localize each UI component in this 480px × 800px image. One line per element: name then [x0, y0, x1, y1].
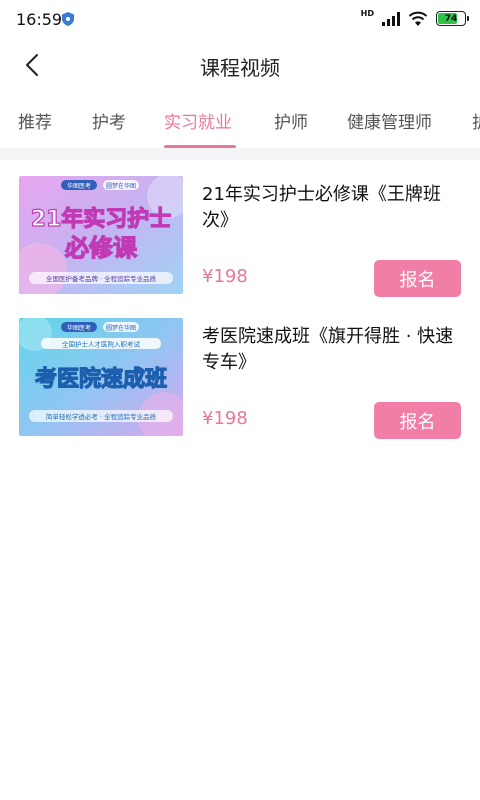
- network-type-label: HD: [360, 8, 374, 18]
- tab-internship-employment[interactable]: 实习就业: [164, 108, 232, 133]
- thumb-subtitle: 全国护士人才医院入职考试: [62, 340, 141, 349]
- signup-button[interactable]: 报名: [374, 260, 461, 297]
- tab-nursing-exam[interactable]: 护考: [92, 108, 126, 133]
- app-header: 课程视频: [0, 40, 480, 90]
- thumb-badge: 华图医考: [67, 182, 91, 190]
- course-thumbnail: 华图医考 圆梦在华图 全国护士人才医院入职考试 考医院速成班 简单轻松学透必考 …: [19, 318, 183, 436]
- course-thumbnail: 华图医考 圆梦在华图 21年实习护士 必修课 全国医护备考品牌 · 全程追踪专业…: [19, 176, 183, 294]
- thumb-headline-1: 21年实习护士: [31, 206, 172, 232]
- course-item[interactable]: 华图医考 圆梦在华图 全国护士人才医院入职考试 考医院速成班 简单轻松学透必考 …: [0, 318, 480, 448]
- course-title: 考医院速成班《旗开得胜 · 快速专车》: [202, 326, 454, 373]
- section-divider: [0, 148, 480, 160]
- battery-level: 74: [444, 13, 458, 24]
- page-title: 课程视频: [200, 56, 280, 80]
- battery-icon: 74: [436, 11, 469, 26]
- status-time: 16:59: [16, 10, 63, 29]
- tab-health-manager[interactable]: 健康管理师: [347, 108, 432, 133]
- thumb-tag: 圆梦在华图: [106, 324, 136, 332]
- category-tabs: 推荐 护考 实习就业 护师 健康管理师 护: [0, 96, 480, 148]
- wifi-icon: [408, 11, 428, 26]
- thumb-caption: 全国医护备考品牌 · 全程追踪专业品质: [46, 274, 157, 283]
- thumb-caption: 简单轻松学透必考 · 全程追踪专业品质: [46, 412, 157, 421]
- course-title: 21年实习护士必修课《王牌班次》: [202, 184, 441, 231]
- course-item[interactable]: 华图医考 圆梦在华图 21年实习护士 必修课 全国医护备考品牌 · 全程追踪专业…: [0, 176, 480, 306]
- thumb-tag: 圆梦在华图: [106, 182, 136, 190]
- status-bar: 16:59 HD 74: [0, 0, 480, 40]
- signup-button[interactable]: 报名: [374, 402, 461, 439]
- tab-nurse-practitioner[interactable]: 护师: [274, 108, 308, 133]
- thumb-headline-2: 必修课: [65, 234, 138, 262]
- signal-icon: [382, 11, 400, 26]
- thumb-badge: 华图医考: [67, 324, 91, 332]
- course-price: ¥198: [202, 408, 248, 429]
- shield-icon: [62, 12, 74, 26]
- thumb-headline-1: 考医院速成班: [35, 366, 167, 392]
- tab-more[interactable]: 护: [472, 108, 480, 133]
- course-price: ¥198: [202, 266, 248, 287]
- tab-recommend[interactable]: 推荐: [18, 108, 52, 133]
